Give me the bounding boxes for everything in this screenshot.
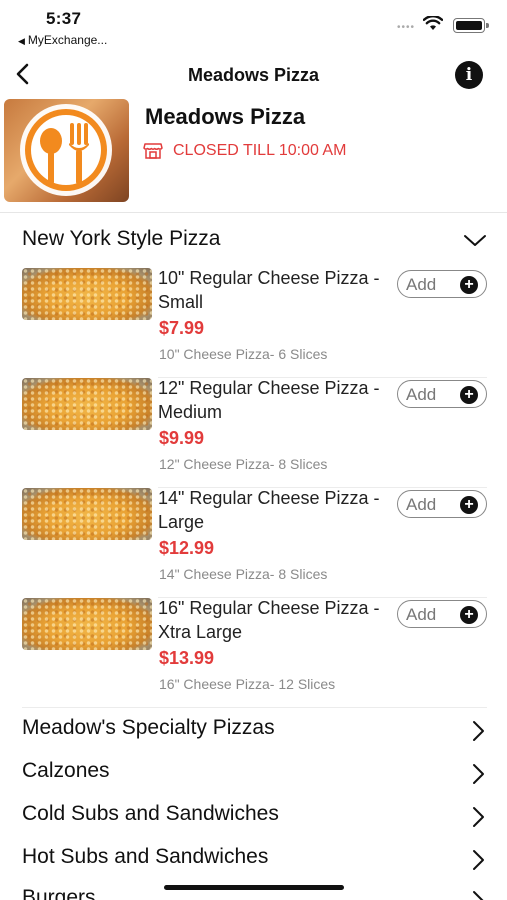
pizza-image <box>22 268 152 320</box>
add-button[interactable]: Add + <box>397 270 487 298</box>
category-label: Cold Subs and Sandwiches <box>22 802 279 825</box>
plus-circle-icon: + <box>460 606 478 624</box>
chevron-right-icon <box>473 891 484 900</box>
chevron-down-icon[interactable] <box>462 229 488 251</box>
add-label: Add <box>406 275 437 294</box>
status-bar: 5:37 ◀ MyExchange... •••• <box>0 0 507 52</box>
category-row[interactable]: Hot Subs and Sandwiches <box>22 845 488 877</box>
add-button[interactable]: Add + <box>397 490 487 518</box>
item-price: $12.99 <box>159 538 215 558</box>
category-row[interactable]: Meadow's Specialty Pizzas <box>22 716 488 748</box>
restaurant-status: CLOSED TILL 10:00 AM <box>143 142 346 160</box>
nav-bar: Meadows Pizza i <box>0 55 507 95</box>
chevron-right-icon <box>473 850 484 870</box>
section-header[interactable]: New York Style Pizza <box>22 227 492 255</box>
store-icon <box>143 143 163 159</box>
category-label: Meadow's Specialty Pizzas <box>22 716 275 739</box>
status-text: CLOSED TILL 10:00 AM <box>173 142 347 159</box>
category-label: Hot Subs and Sandwiches <box>22 845 269 868</box>
plus-circle-icon: + <box>460 386 478 404</box>
chevron-right-icon <box>473 764 484 784</box>
menu-item[interactable]: 14" Regular Cheese Pizza - Large $12.99 … <box>0 488 507 598</box>
divider <box>0 212 507 213</box>
chevron-right-icon <box>473 721 484 741</box>
item-description: 14" Cheese Pizza- 8 Slices <box>159 566 328 582</box>
page-title: Meadows Pizza <box>187 65 320 85</box>
item-price: $13.99 <box>159 648 215 668</box>
menu-item[interactable]: 10" Regular Cheese Pizza - Small $7.99 1… <box>0 268 507 378</box>
section-title: New York Style Pizza <box>22 227 221 250</box>
plus-circle-icon: + <box>460 496 478 514</box>
add-button[interactable]: Add + <box>397 600 487 628</box>
back-triangle-icon: ◀ <box>18 36 25 46</box>
wifi-icon <box>423 16 443 30</box>
add-label: Add <box>406 495 437 514</box>
add-label: Add <box>406 385 437 404</box>
back-app-label: MyExchange... <box>27 33 108 47</box>
pizza-image <box>22 488 152 540</box>
item-description: 16" Cheese Pizza- 12 Slices <box>159 676 336 692</box>
divider <box>22 707 487 708</box>
category-row[interactable]: Calzones <box>22 759 488 791</box>
restaurant-logo <box>4 99 129 202</box>
add-label: Add <box>406 605 437 624</box>
plus-circle-icon: + <box>460 276 478 294</box>
signal-icon: •••• <box>396 22 415 33</box>
item-name: 14" Regular Cheese Pizza - Large <box>158 488 380 532</box>
item-price: $9.99 <box>159 428 205 448</box>
item-description: 12" Cheese Pizza- 8 Slices <box>159 456 328 472</box>
info-icon[interactable]: i <box>455 61 483 89</box>
category-row[interactable]: Cold Subs and Sandwiches <box>22 802 488 834</box>
pizza-image <box>22 378 152 430</box>
chevron-right-icon <box>473 807 484 827</box>
pizza-image <box>22 598 152 650</box>
item-name: 12" Regular Cheese Pizza - Medium <box>158 378 380 422</box>
battery-icon <box>453 18 489 33</box>
category-label: Calzones <box>22 759 110 782</box>
add-button[interactable]: Add + <box>397 380 487 408</box>
status-time: 5:37 <box>46 9 82 28</box>
menu-item[interactable]: 16" Regular Cheese Pizza - Xtra Large $1… <box>0 598 507 708</box>
item-name: 10" Regular Cheese Pizza - Small <box>158 268 380 312</box>
home-indicator[interactable] <box>164 885 344 890</box>
item-name: 16" Regular Cheese Pizza - Xtra Large <box>158 598 380 642</box>
menu-item[interactable]: 12" Regular Cheese Pizza - Medium $9.99 … <box>0 378 507 488</box>
utensils-logo-icon <box>20 104 112 196</box>
item-description: 10" Cheese Pizza- 6 Slices <box>159 346 328 362</box>
item-price: $7.99 <box>159 318 205 338</box>
restaurant-name: Meadows Pizza <box>145 104 306 129</box>
back-to-app-link[interactable]: ◀ MyExchange... <box>18 33 107 47</box>
